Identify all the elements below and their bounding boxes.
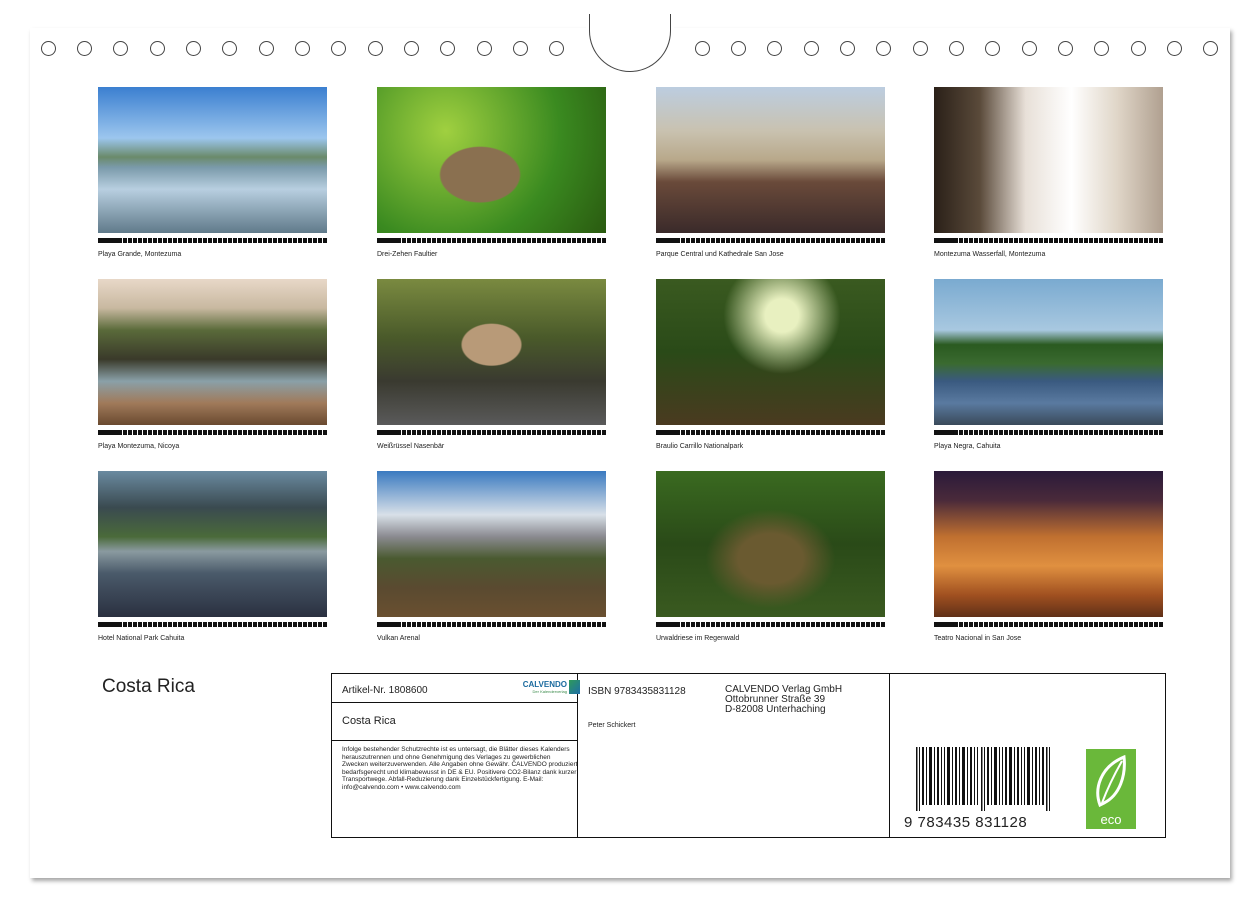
- photo-caption: Weißrüssel Nasenbär: [377, 443, 445, 450]
- calendar-subtitle: Costa Rica: [342, 715, 396, 727]
- photo-caption: Playa Negra, Cahuita: [934, 443, 1001, 450]
- binding-ring: [368, 41, 383, 56]
- binding-ring: [913, 41, 928, 56]
- coati-photo: [377, 279, 606, 425]
- month-thumbnail-june: Weißrüssel Nasenbär: [377, 279, 606, 450]
- sloth-photo: [377, 87, 606, 233]
- binding-ring: [77, 41, 92, 56]
- calendar-strip: [934, 622, 1163, 627]
- binding-ring: [513, 41, 528, 56]
- binding-ring: [222, 41, 237, 56]
- calendar-title: Costa Rica: [102, 676, 195, 697]
- photo-caption: Teatro Nacional in San Jose: [934, 635, 1022, 642]
- giant-tree-photo: [656, 471, 885, 617]
- barcode-number: 9 783435 831128: [904, 814, 1028, 831]
- month-thumbnail-april: Montezuma Wasserfall, Montezuma: [934, 87, 1163, 258]
- binding-ring: [186, 41, 201, 56]
- binding-ring: [949, 41, 964, 56]
- calendar-strip: [377, 622, 606, 627]
- binding-ring: [1058, 41, 1073, 56]
- binding-ring: [259, 41, 274, 56]
- month-thumbnail-december: Teatro Nacional in San Jose: [934, 471, 1163, 642]
- binding-ring: [695, 41, 710, 56]
- month-thumbnail-march: Parque Central und Kathedrale San Jose: [656, 87, 885, 258]
- palm-beach-photo: [934, 279, 1163, 425]
- binding-ring: [41, 41, 56, 56]
- calendar-strip: [98, 622, 327, 627]
- month-thumbnail-may: Playa Montezuma, Nicoya: [98, 279, 327, 450]
- barcode: [916, 747, 1050, 811]
- calendar-strip: [377, 238, 606, 243]
- info-column-left: Artikel-Nr. 1808600 CALVENDO Der Kalende…: [332, 674, 580, 837]
- calendar-strip: [656, 622, 885, 627]
- month-thumbnail-january: Playa Grande, Montezuma: [98, 87, 327, 258]
- binding-ring: [477, 41, 492, 56]
- volcano-photo: [377, 471, 606, 617]
- binding-ring: [731, 41, 746, 56]
- month-thumbnail-october: Vulkan Arenal: [377, 471, 606, 642]
- photo-caption: Playa Grande, Montezuma: [98, 251, 182, 258]
- theater-photo: [934, 471, 1163, 617]
- info-column-right: 9 783435 831128 eco: [890, 674, 1164, 837]
- waterfall-photo: [934, 87, 1163, 233]
- binding-ring: [440, 41, 455, 56]
- binding-ring: [150, 41, 165, 56]
- calendar-strip: [934, 238, 1163, 243]
- binding-ring: [1022, 41, 1037, 56]
- binding-ring: [985, 41, 1000, 56]
- photo-caption: Playa Montezuma, Nicoya: [98, 443, 180, 450]
- author-name: Peter Schickert: [588, 722, 636, 729]
- photo-caption: Braulio Carrillo Nationalpark: [656, 443, 744, 450]
- coast-photo: [98, 279, 327, 425]
- publisher-address: CALVENDO Verlag GmbH Ottobrunner Straße …: [725, 684, 843, 715]
- cathedral-photo: [656, 87, 885, 233]
- calendar-strip: [98, 238, 327, 243]
- binding-ring: [404, 41, 419, 56]
- month-thumbnail-september: Hotel National Park Cahuita: [98, 471, 327, 642]
- photo-caption: Vulkan Arenal: [377, 635, 420, 642]
- article-number: Artikel-Nr. 1808600: [342, 685, 428, 696]
- photo-caption: Parque Central und Kathedrale San Jose: [656, 251, 784, 258]
- leaf-icon: [1096, 754, 1126, 808]
- calendar-strip: [656, 430, 885, 435]
- info-column-middle: ISBN 9783435831128 CALVENDO Verlag GmbH …: [578, 674, 890, 837]
- binding-ring: [804, 41, 819, 56]
- spiral-binding: [0, 0, 1260, 72]
- calendar-strip: [934, 430, 1163, 435]
- calvendo-logo: CALVENDO Der Kalenderverlag: [523, 680, 580, 694]
- binding-ring: [549, 41, 564, 56]
- rainforest-photo: [656, 279, 885, 425]
- beach-photo: [98, 87, 327, 233]
- binding-ring: [1203, 41, 1218, 56]
- binding-ring: [1167, 41, 1182, 56]
- photo-caption: Montezuma Wasserfall, Montezuma: [934, 251, 1046, 258]
- eco-badge: eco: [1086, 749, 1136, 829]
- binding-ring: [1131, 41, 1146, 56]
- binding-ring: [331, 41, 346, 56]
- product-info-box: Artikel-Nr. 1808600 CALVENDO Der Kalende…: [331, 673, 1166, 838]
- calendar-strip: [98, 430, 327, 435]
- eco-label: eco: [1100, 812, 1122, 827]
- photo-caption: Urwaldriese im Regenwald: [656, 635, 740, 642]
- binding-ring: [767, 41, 782, 56]
- month-thumbnail-july: Braulio Carrillo Nationalpark: [656, 279, 885, 450]
- photo-caption: Hotel National Park Cahuita: [98, 635, 185, 642]
- calendar-strip: [377, 430, 606, 435]
- calendar-strip: [656, 238, 885, 243]
- binding-ring: [840, 41, 855, 56]
- month-thumbnail-november: Urwaldriese im Regenwald: [656, 471, 885, 642]
- binding-ring: [1094, 41, 1109, 56]
- photo-caption: Drei-Zehen Faultier: [377, 251, 438, 258]
- legal-notice: Infolge bestehender Schutzrechte ist es …: [342, 746, 578, 791]
- hanger-notch: [589, 14, 671, 72]
- binding-ring: [295, 41, 310, 56]
- binding-ring: [876, 41, 891, 56]
- isbn: ISBN 9783435831128: [588, 686, 686, 697]
- month-thumbnail-february: Drei-Zehen Faultier: [377, 87, 606, 258]
- month-thumbnail-august: Playa Negra, Cahuita: [934, 279, 1163, 450]
- binding-ring: [113, 41, 128, 56]
- hotel-coast-photo: [98, 471, 327, 617]
